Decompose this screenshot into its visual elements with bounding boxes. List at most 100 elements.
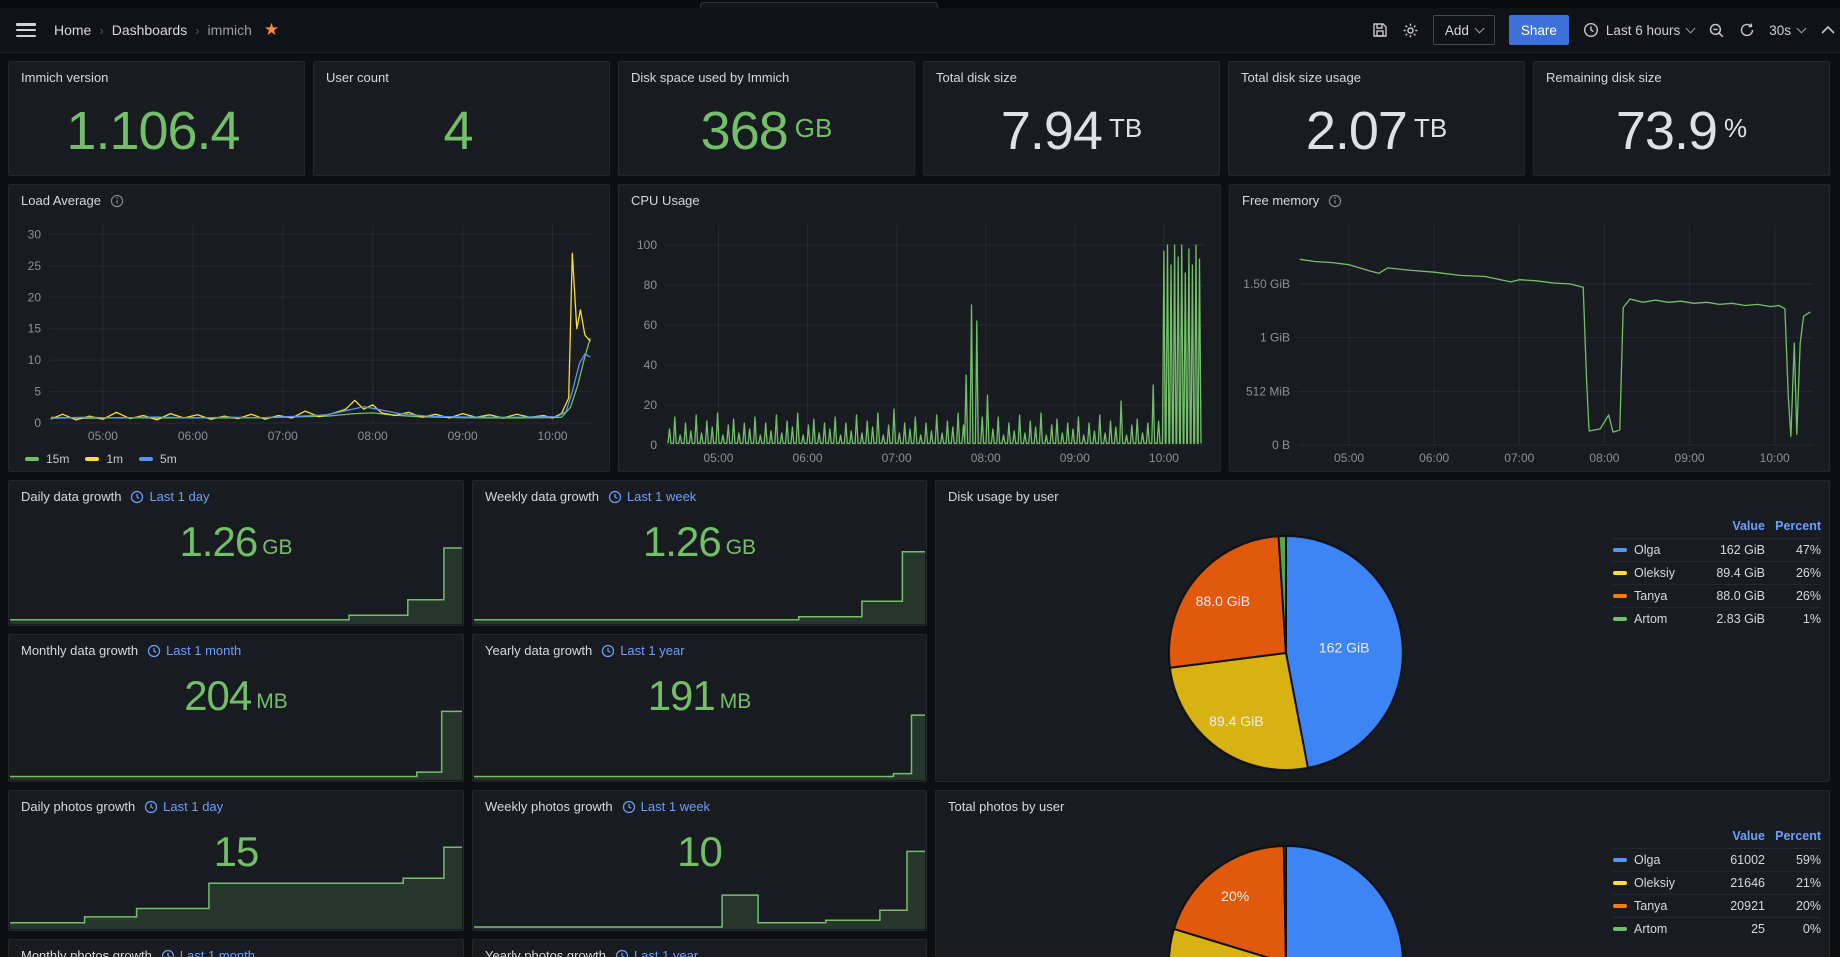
legend-item[interactable]: 5m bbox=[139, 452, 177, 466]
panel-yearly-photos-growth: Yearly photos growth Last 1 year bbox=[472, 939, 927, 957]
panel-title[interactable]: Remaining disk size bbox=[1534, 62, 1829, 86]
panel-total-disk-size: Total disk size 7.94TB bbox=[923, 61, 1220, 176]
panel-load-average: Load Average 05101520253005:0006:0007:00… bbox=[8, 184, 610, 472]
panel-yearly-data-growth: Yearly data growth Last 1 year 191MB bbox=[472, 634, 927, 782]
free-memory-chart[interactable]: 0 B512 MiB1 GiB1.50 GiB05:0006:0007:0008… bbox=[1236, 215, 1823, 467]
info-icon[interactable] bbox=[1328, 194, 1342, 208]
column-header-value[interactable]: Value bbox=[1689, 829, 1765, 843]
legend-table-row[interactable]: Oleksiy2164621% bbox=[1613, 871, 1821, 894]
panel-daily-photos-growth: Daily photos growth Last 1 day 15 bbox=[8, 790, 464, 931]
svg-text:1 GiB: 1 GiB bbox=[1260, 331, 1290, 345]
load-average-chart[interactable]: 05101520253005:0006:0007:0008:0009:0010:… bbox=[15, 215, 603, 445]
panel-title[interactable]: Daily photos growth Last 1 day bbox=[9, 791, 463, 815]
series-label[interactable]: Oleksiy bbox=[1613, 566, 1689, 580]
add-button[interactable]: Add bbox=[1433, 15, 1495, 45]
time-override-link[interactable]: Last 1 month bbox=[147, 643, 241, 659]
breadcrumb-dashboards[interactable]: Dashboards bbox=[112, 22, 188, 38]
svg-text:20: 20 bbox=[644, 398, 658, 412]
svg-text:06:00: 06:00 bbox=[178, 429, 208, 443]
legend-table-row[interactable]: Olga162 GiB47% bbox=[1613, 538, 1821, 561]
svg-text:05:00: 05:00 bbox=[703, 451, 733, 465]
series-color-chip bbox=[1613, 617, 1627, 621]
info-icon[interactable] bbox=[110, 194, 124, 208]
clock-icon bbox=[147, 644, 161, 658]
panel-title[interactable]: Monthly data growth Last 1 month bbox=[9, 635, 463, 659]
share-button[interactable]: Share bbox=[1509, 15, 1569, 45]
series-label[interactable]: Oleksiy bbox=[1613, 876, 1689, 890]
series-label[interactable]: Tanya bbox=[1613, 589, 1689, 603]
time-override-link[interactable]: Last 1 year bbox=[615, 948, 698, 957]
clock-icon bbox=[161, 949, 175, 957]
gear-icon[interactable] bbox=[1402, 22, 1419, 39]
time-range-picker[interactable]: Last 6 hours bbox=[1583, 22, 1694, 38]
panel-title[interactable]: User count bbox=[314, 62, 609, 86]
panel-title[interactable]: Total disk size bbox=[924, 62, 1219, 86]
total-photos-pie-chart[interactable]: 59%21%20% bbox=[936, 821, 1609, 957]
stat-value: 2.07TB bbox=[1229, 86, 1524, 175]
refresh-interval-picker[interactable]: 30s bbox=[1769, 23, 1805, 38]
time-override-link[interactable]: Last 1 week bbox=[622, 799, 710, 815]
panel-title[interactable]: Load Average bbox=[9, 185, 609, 209]
series-label[interactable]: Tanya bbox=[1613, 899, 1689, 913]
legend-item[interactable]: 1m bbox=[85, 452, 123, 466]
series-label[interactable]: Olga bbox=[1613, 853, 1689, 867]
panel-title[interactable]: CPU Usage bbox=[619, 185, 1220, 209]
svg-text:10:00: 10:00 bbox=[538, 429, 568, 443]
series-percent: 1% bbox=[1765, 612, 1821, 626]
time-override-link[interactable]: Last 1 day bbox=[130, 489, 209, 505]
time-override-link[interactable]: Last 1 month bbox=[161, 948, 255, 957]
column-header-value[interactable]: Value bbox=[1689, 519, 1765, 533]
svg-text:512 MiB: 512 MiB bbox=[1246, 384, 1290, 398]
chevron-up-icon[interactable] bbox=[1819, 22, 1837, 38]
panel-title[interactable]: Yearly photos growth Last 1 year bbox=[473, 940, 926, 957]
series-label[interactable]: Artom bbox=[1613, 612, 1689, 626]
cpu-usage-chart[interactable]: 02040608010005:0006:0007:0008:0009:0010:… bbox=[625, 215, 1214, 467]
panel-title[interactable]: Weekly photos growth Last 1 week bbox=[473, 791, 926, 815]
clock-icon bbox=[601, 644, 615, 658]
panel-title[interactable]: Monthly photos growth Last 1 month bbox=[9, 940, 463, 957]
disk-usage-pie-chart[interactable]: 162 GiB89.4 GiB88.0 GiB bbox=[936, 511, 1609, 781]
panel-title[interactable]: Total disk size usage bbox=[1229, 62, 1524, 86]
time-override-link[interactable]: Last 1 year bbox=[601, 643, 684, 659]
panel-remaining-disk-size: Remaining disk size 73.9% bbox=[1533, 61, 1830, 176]
panel-title[interactable]: Disk usage by user bbox=[936, 481, 1829, 505]
column-header-percent[interactable]: Percent bbox=[1765, 829, 1821, 843]
series-label[interactable]: Olga bbox=[1613, 543, 1689, 557]
breadcrumb-home[interactable]: Home bbox=[54, 22, 91, 38]
panel-title[interactable]: Free memory bbox=[1230, 185, 1829, 209]
zoom-out-icon[interactable] bbox=[1708, 22, 1725, 39]
svg-text:60: 60 bbox=[644, 318, 658, 332]
time-override-link[interactable]: Last 1 week bbox=[608, 489, 696, 505]
panel-title[interactable]: Immich version bbox=[9, 62, 304, 86]
legend-table-row[interactable]: Tanya88.0 GiB26% bbox=[1613, 584, 1821, 607]
legend-table-row[interactable]: Oleksiy89.4 GiB26% bbox=[1613, 561, 1821, 584]
sparkline bbox=[474, 546, 925, 624]
refresh-icon[interactable] bbox=[1739, 22, 1755, 38]
series-percent: 26% bbox=[1765, 566, 1821, 580]
legend-table-row[interactable]: Artom250% bbox=[1613, 917, 1821, 940]
menu-icon[interactable] bbox=[16, 23, 36, 37]
panel-title[interactable]: Disk space used by Immich bbox=[619, 62, 914, 86]
svg-text:40: 40 bbox=[644, 358, 658, 372]
favorite-star-icon[interactable]: ★ bbox=[264, 20, 279, 40]
series-label[interactable]: Artom bbox=[1613, 922, 1689, 936]
panel-title[interactable]: Weekly data growth Last 1 week bbox=[473, 481, 926, 505]
legend-table-row[interactable]: Tanya2092120% bbox=[1613, 894, 1821, 917]
time-override-link[interactable]: Last 1 day bbox=[144, 799, 223, 815]
series-percent: 21% bbox=[1765, 876, 1821, 890]
panel-title[interactable]: Total photos by user bbox=[936, 791, 1829, 815]
column-header-percent[interactable]: Percent bbox=[1765, 519, 1821, 533]
save-icon[interactable] bbox=[1372, 22, 1388, 38]
legend-table-row[interactable]: Olga6100259% bbox=[1613, 848, 1821, 871]
legend-table-header: Value Percent bbox=[1613, 517, 1821, 538]
series-percent: 20% bbox=[1765, 899, 1821, 913]
series-value: 25 bbox=[1689, 922, 1765, 936]
legend-table-header: Value Percent bbox=[1613, 827, 1821, 848]
series-percent: 26% bbox=[1765, 589, 1821, 603]
legend-item[interactable]: 15m bbox=[25, 452, 69, 466]
panel-title[interactable]: Yearly data growth Last 1 year bbox=[473, 635, 926, 659]
legend-table-row[interactable]: Artom2.83 GiB1% bbox=[1613, 607, 1821, 630]
svg-text:08:00: 08:00 bbox=[358, 429, 388, 443]
panel-title[interactable]: Daily data growth Last 1 day bbox=[9, 481, 463, 505]
svg-text:06:00: 06:00 bbox=[793, 451, 823, 465]
